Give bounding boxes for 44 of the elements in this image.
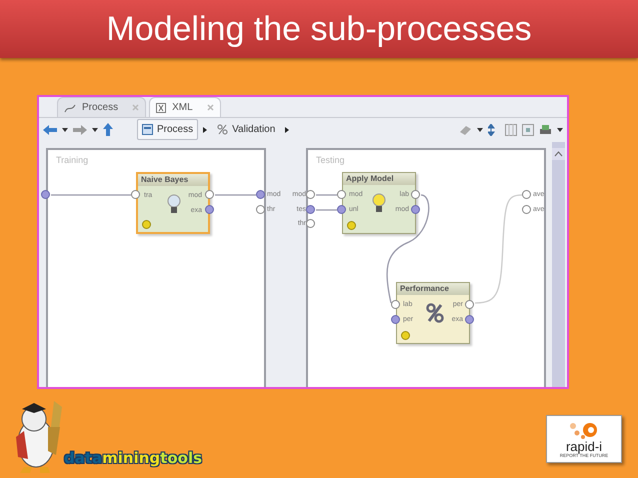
back-arrow-icon[interactable]	[43, 124, 57, 135]
connector-line	[316, 194, 337, 196]
scroll-up-icon[interactable]	[552, 148, 565, 160]
caret-icon[interactable]	[557, 128, 563, 132]
caret-right-icon[interactable]	[285, 126, 290, 133]
tab[interactable]: XML	[149, 97, 221, 117]
lightbulb-icon	[167, 194, 181, 214]
status-icon	[347, 220, 356, 230]
fit-icon[interactable]	[522, 124, 534, 136]
logo-word: mining	[102, 448, 160, 468]
circles-icon	[569, 422, 599, 440]
port[interactable]	[41, 190, 50, 199]
connector-line	[316, 209, 337, 211]
percent-icon	[426, 302, 444, 323]
grid-icon[interactable]	[505, 124, 517, 136]
breadcrumb-item[interactable]: Validation	[212, 119, 280, 140]
status-icon	[142, 220, 151, 229]
percent-icon	[217, 124, 228, 136]
operator-title: Naive Bayes	[138, 174, 208, 186]
panel-title: Testing	[316, 154, 345, 167]
caret-right-icon[interactable]	[203, 126, 208, 133]
lightbulb-icon	[372, 192, 386, 213]
brand-name: rapid-i	[566, 440, 602, 453]
slide-title: Modeling the sub-processes	[106, 12, 532, 46]
logo-word: data	[64, 448, 102, 468]
operator-title: Apply Model	[343, 172, 415, 185]
connector-line	[215, 194, 256, 196]
operator-title: Performance	[397, 282, 469, 295]
panel-title: Training	[56, 154, 88, 167]
process-icon	[64, 102, 76, 112]
logo-word: tools	[160, 448, 202, 468]
up-arrow-icon[interactable]	[103, 123, 113, 136]
forward-arrow-icon[interactable]	[73, 124, 87, 135]
tab[interactable]: Process	[57, 97, 146, 117]
status-icon	[401, 330, 410, 340]
window-icon	[142, 124, 153, 136]
xml-icon	[156, 102, 166, 112]
scrollbar[interactable]	[552, 142, 565, 387]
printer-icon[interactable]	[539, 124, 552, 136]
caret-icon[interactable]	[62, 128, 68, 132]
caret-icon[interactable]	[477, 128, 483, 132]
eraser-icon[interactable]	[459, 124, 472, 135]
caret-icon[interactable]	[92, 128, 98, 132]
breadcrumb-item[interactable]: Process	[137, 119, 198, 140]
